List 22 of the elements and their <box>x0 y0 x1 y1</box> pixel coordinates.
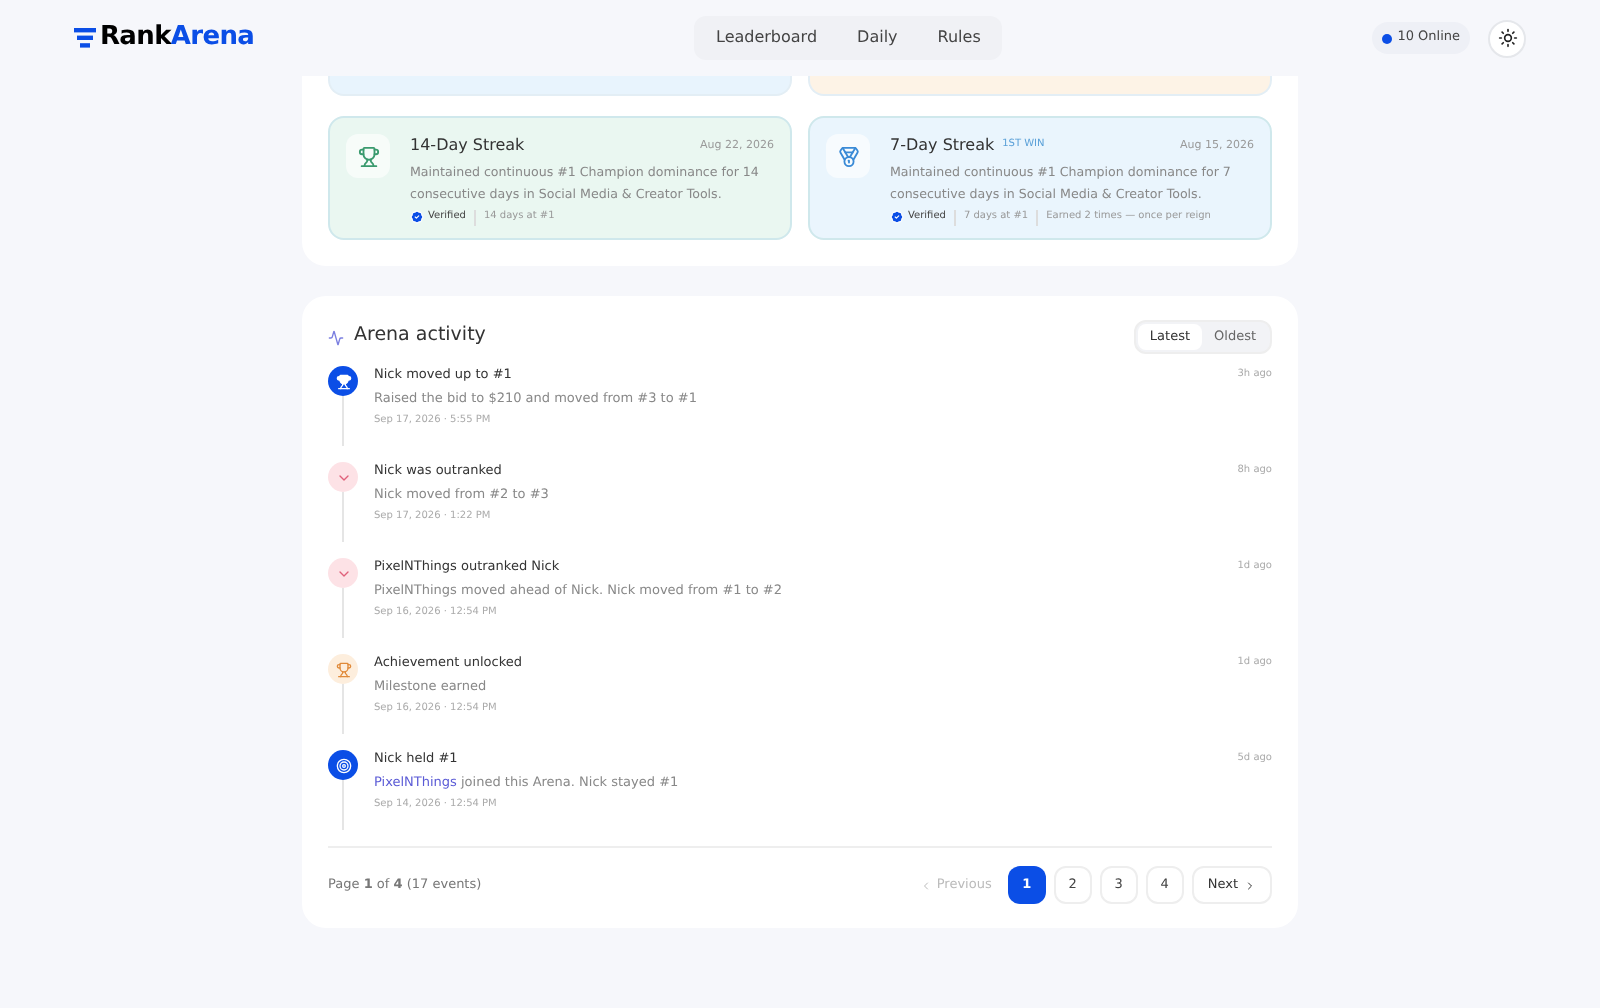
medal-icon <box>826 134 870 178</box>
sun-icon <box>1497 28 1517 48</box>
nav-tab[interactable]: Leaderboard <box>700 20 834 56</box>
nav-tab[interactable]: Rules <box>921 20 997 56</box>
verified-icon <box>410 210 424 225</box>
logo-text: RankArena <box>100 20 255 57</box>
activity-icon <box>328 329 344 345</box>
target-icon <box>328 750 358 780</box>
achievement-title: 14-Day Streak <box>410 134 525 158</box>
trophy-icon <box>328 366 358 396</box>
activity-title: Arena activity <box>354 322 486 351</box>
theme-toggle-button[interactable] <box>1488 19 1526 57</box>
nav-tab[interactable]: Daily <box>841 20 914 56</box>
chevron-down-icon <box>328 558 358 588</box>
verified-icon <box>890 210 904 225</box>
chevron-right-icon <box>1244 879 1256 891</box>
trophy-icon <box>346 134 390 178</box>
achievement-title: 7-Day Streak <box>890 134 995 158</box>
chevron-down-icon <box>328 462 358 492</box>
trophy-icon <box>328 654 358 684</box>
logo-icon <box>74 28 96 48</box>
chevron-left-icon <box>920 879 933 891</box>
